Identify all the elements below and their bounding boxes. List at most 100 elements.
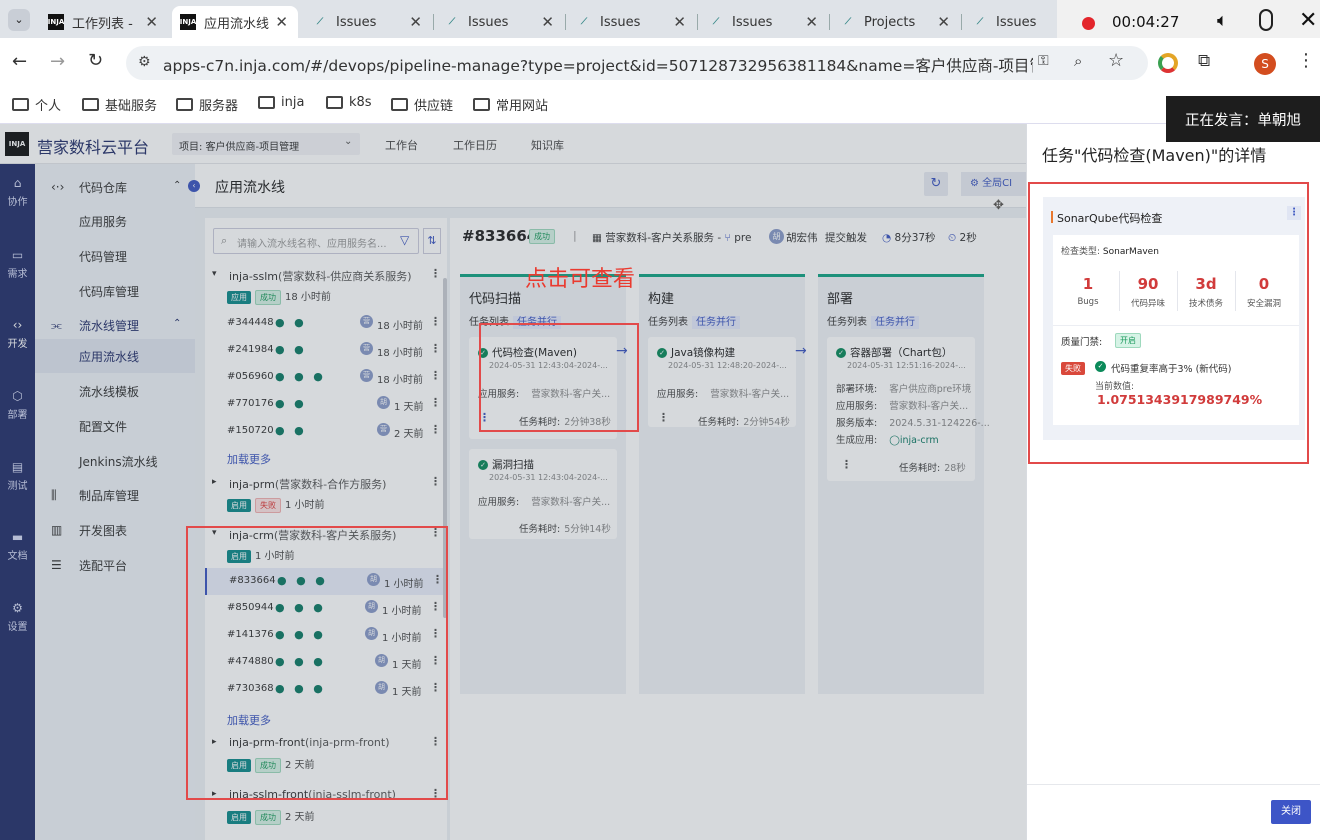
nav-work-calendar[interactable]: 工作日历 [453,137,497,153]
tab-issues-1[interactable]: ⟋ Issues ✕ [304,6,432,38]
extensions-puzzle-icon[interactable]: ⧉ [1198,51,1210,71]
nav-test[interactable]: ▤ 测试 [0,460,35,492]
pipeline-record-row[interactable]: #141376 ● ● ● 胡 1 小时前 ⋮ [205,622,447,649]
bookmark-folder[interactable]: 服务器 [176,95,238,114]
chrome-extension-icon[interactable] [1158,53,1178,73]
site-info-icon[interactable]: ⚙ [138,54,151,70]
menu-app-pipeline[interactable]: 应用流水线 [35,339,195,373]
more-icon[interactable]: ⋮ [430,735,441,748]
speaker-icon[interactable]: 🔈︎ [1217,10,1228,31]
pipeline-record-row[interactable]: #474880 ● ● ● 胡 1 天前 ⋮ [205,649,447,676]
pipeline-record-row[interactable]: #770176 ● ● 胡 1 天前 ⋮ [205,391,447,418]
menu-jenkins[interactable]: Jenkins流水线 [35,444,195,478]
more-icon[interactable]: ⋮ [430,267,441,280]
profile-avatar[interactable]: S [1254,53,1276,75]
global-ci-button[interactable]: ⚙ 全局CI [961,172,1026,196]
job-card-java-image-build[interactable]: Java镜像构建 2024-05-31 12:48:20-2024-... 应用… [648,337,796,428]
url-omnibox[interactable]: ⚙ apps-c7n.inja.com/#/devops/pipeline-ma… [126,46,1148,80]
close-icon[interactable]: ✕ [541,13,554,31]
job-card-code-check[interactable]: 代码检查(Maven) 2024-05-31 12:43:04-2024-...… [469,337,617,439]
tab-projects[interactable]: ⟋ Projects ✕ [832,6,960,38]
reload-icon[interactable]: ↻ [88,50,103,71]
menu-kebab-icon[interactable]: ⋮ [1297,50,1315,71]
bookmark-star-icon[interactable]: ☆ [1108,50,1124,71]
menu-dev-charts[interactable]: ▥ 开发图表 [35,513,195,547]
bookmark-folder[interactable]: 供应链 [391,95,453,114]
menu-code-repo[interactable]: ‹·› 代码仓库 ⌃ [35,170,195,204]
pipeline-search-input[interactable]: ⌕ 请输入流水线名称、应用服务名... ▽ [213,228,419,254]
folder-icon [12,98,29,111]
nav-requirement[interactable]: ▭ 需求 [0,248,35,280]
more-icon[interactable]: ⋮ [1287,206,1301,220]
more-icon[interactable]: ⋮ [430,526,441,539]
refresh-button[interactable]: ↻ [924,172,948,196]
nav-develop[interactable]: ‹› 开发 [0,318,35,350]
more-icon[interactable]: ⋮ [841,458,852,471]
pipeline-record-row[interactable]: #730368 ● ● ● 胡 1 天前 ⋮ [205,676,447,703]
bookmark-folder[interactable]: 基础服务 [82,95,157,114]
nav-knowledge-base[interactable]: 知识库 [531,137,564,153]
close-icon[interactable]: ✕ [805,13,818,31]
tab-title: Issues [336,14,377,30]
back-arrow-icon[interactable]: ← [12,51,27,72]
drag-move-icon[interactable]: ✥ [993,198,1004,213]
more-icon[interactable]: ⋮ [658,411,669,424]
pipeline-record-row[interactable]: #241984 ● ● 营 18 小时前 ⋮ [205,337,447,364]
microphone-icon[interactable] [1259,9,1273,31]
tab-issues-3[interactable]: ⟋ Issues ✕ [568,6,696,38]
more-icon[interactable]: ⋮ [479,411,490,424]
menu-app-service[interactable]: 应用服务 [35,204,195,238]
close-icon[interactable]: ✕ [145,13,158,31]
more-icon[interactable]: ⋮ [430,475,441,488]
nav-deploy[interactable]: ⬡ 部署 [0,389,35,421]
close-icon[interactable]: ✕ [673,13,686,31]
tab-worklist[interactable]: INJA 工作列表 - ✕ [40,6,168,38]
tab-app-pipeline[interactable]: INJA 应用流水线 ✕ [172,6,298,38]
pipeline-record-row[interactable]: #150720 ● ● 营 2 天前 ⋮ [205,418,447,445]
nav-workbench[interactable]: 工作台 [385,137,418,153]
menu-pipeline-mgmt[interactable]: ⫘ 流水线管理 ⌃ [35,308,195,342]
collapse-menu-icon[interactable]: ‹ [188,180,200,192]
job-card-vuln-scan[interactable]: 漏洞扫描 2024-05-31 12:43:04-2024-... 应用服务:营… [469,449,617,539]
close-icon[interactable]: ✕ [1299,8,1317,33]
close-button[interactable]: 关闭 [1271,800,1311,824]
menu-model-platform[interactable]: ☰ 选配平台 [35,548,195,582]
menu-code-lib-mgmt[interactable]: 代码库管理 [35,274,195,308]
menu-code-mgmt[interactable]: 代码管理 [35,239,195,273]
scrollbar[interactable] [443,278,447,618]
nav-docs[interactable]: ▬ 文档 [0,530,35,562]
folder-icon [82,98,99,111]
tab-issues-4[interactable]: ⟋ Issues ✕ [700,6,828,38]
more-icon[interactable]: ⋮ [430,787,441,800]
menu-config-file[interactable]: 配置文件 [35,409,195,443]
key-icon[interactable]: ⚿ [1038,53,1049,69]
tab-issues-5[interactable]: ⟋ Issues [964,6,1064,38]
pipeline-record-row[interactable]: #056960 ● ● ● 营 18 小时前 ⋮ [205,364,447,391]
tab-search-chevron-icon[interactable]: ⌄ [8,9,30,31]
pipeline-record-row[interactable]: #344448 ● ● 营 18 小时前 ⋮ [205,310,447,337]
run-duration: ◔ 8分37秒 [882,232,936,244]
left-icon-nav: ⌂ 协作 ▭ 需求 ‹› 开发 ⬡ 部署 ▤ 测试 ▬ 文档 ⚙ 设置 [0,164,35,840]
close-icon[interactable]: ✕ [409,13,422,31]
bookmark-folder[interactable]: 个人 [12,95,61,114]
bookmark-folder[interactable]: inja [258,95,304,110]
project-select[interactable]: 项目: 客户供应商-项目管理 ⌄ [172,133,360,155]
load-more-link[interactable]: 加载更多 [227,712,271,728]
sort-button[interactable]: ⇅ [423,228,441,254]
zoom-icon[interactable]: ⌕ [1074,52,1082,70]
close-icon[interactable]: ✕ [275,13,288,31]
pipeline-record-row-selected[interactable]: #833664 ● ● ● 胡 1 小时前 ⋮ [205,568,447,595]
menu-pipeline-template[interactable]: 流水线模板 [35,374,195,408]
job-card-container-deploy[interactable]: 容器部署（Chart包） 2024-05-31 12:51:16-2024-..… [827,337,990,481]
close-icon[interactable]: ✕ [937,13,950,31]
menu-artifact-mgmt[interactable]: ⫼ 制品库管理 [35,478,195,512]
bookmark-folder[interactable]: 常用网站 [473,95,548,114]
load-more-link[interactable]: 加载更多 [227,451,271,467]
nav-settings[interactable]: ⚙ 设置 [0,601,35,633]
filter-icon[interactable]: ▽ [400,233,409,247]
tab-issues-2[interactable]: ⟋ Issues ✕ [436,6,564,38]
pipeline-record-row[interactable]: #850944 ● ● ● 胡 1 小时前 ⋮ [205,595,447,622]
bookmark-folder[interactable]: k8s [326,95,372,110]
forward-arrow-icon[interactable]: → [50,51,65,72]
nav-collab[interactable]: ⌂ 协作 [0,176,35,208]
